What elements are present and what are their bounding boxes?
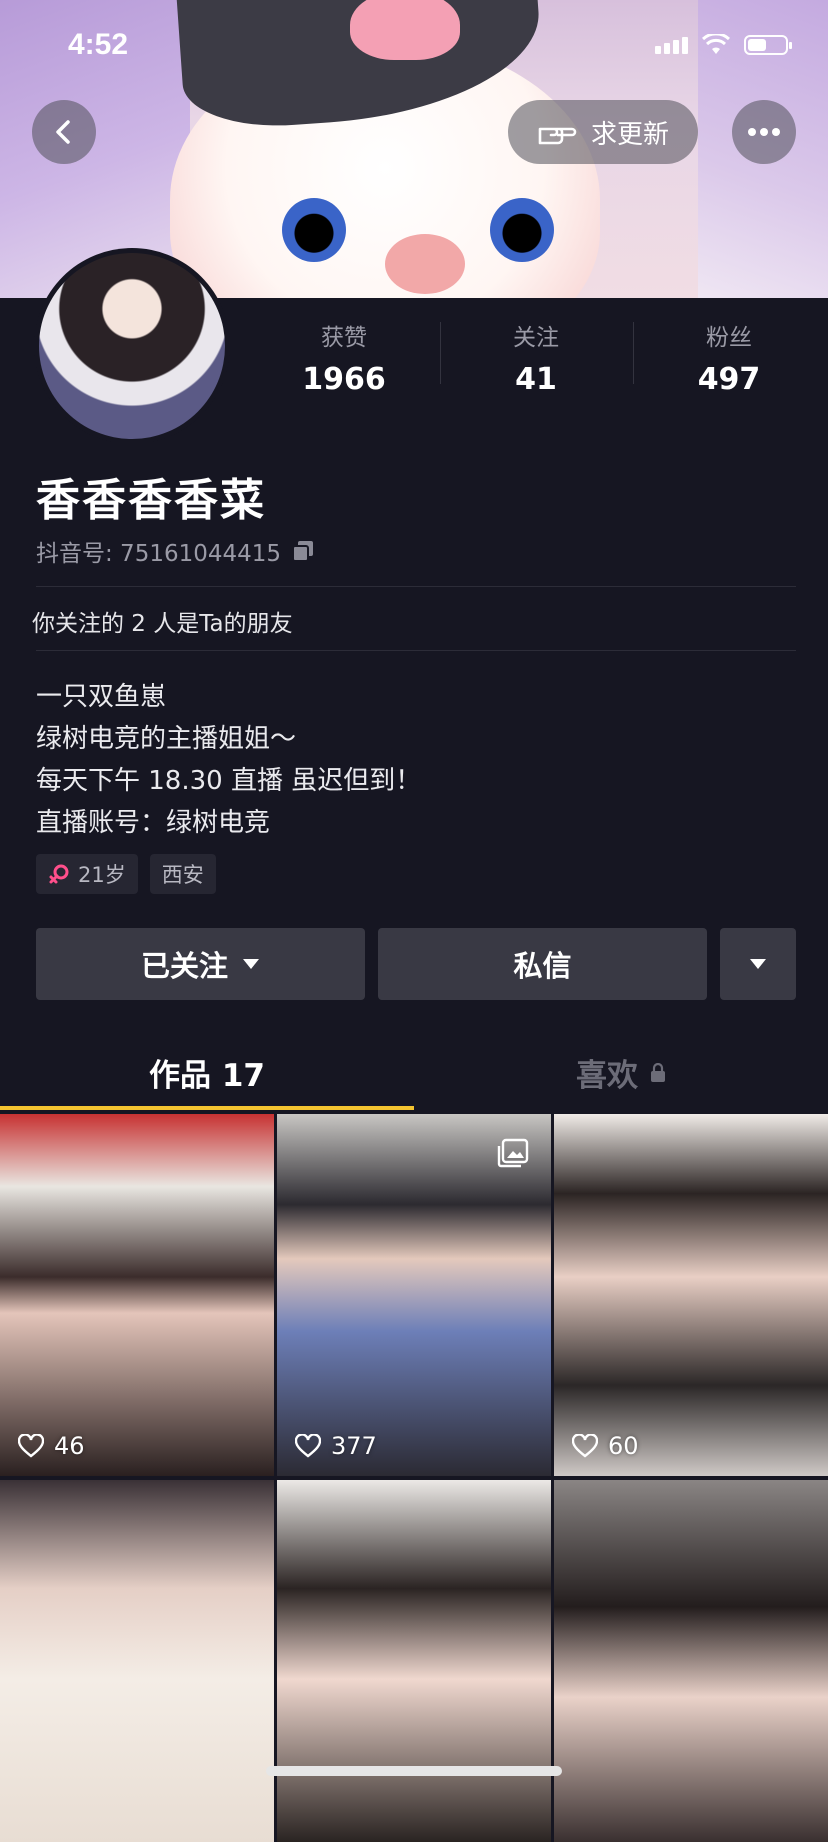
status-icons [655,34,792,56]
divider [36,586,796,587]
like-count-text: 60 [608,1432,639,1460]
more-actions-dropdown[interactable] [720,928,796,1000]
heart-icon [18,1434,44,1458]
wifi-icon [702,34,730,54]
stat-value: 497 [697,362,761,397]
video-tile[interactable]: 60 [554,1114,828,1476]
followed-button[interactable]: 已关注 [36,928,365,1000]
request-update-button[interactable]: 求更新 [508,100,698,164]
copy-icon[interactable] [291,539,315,563]
profile-name: 香香香香菜 [36,475,266,526]
caret-down-icon [750,959,766,969]
tab-indicator [0,1106,414,1110]
heart-icon [295,1434,321,1458]
bio: 一只双鱼崽 绿树电竞的主播姐姐～ 每天下午 18.30 直播 虽迟但到！ 直播账… [36,676,421,844]
bio-line: 每天下午 18.30 直播 虽迟但到！ [36,766,422,796]
profile-tags: 21岁 西安 [36,854,216,894]
stat-likes[interactable]: 获赞 1966 [248,318,440,397]
tab-likes[interactable]: 喜欢 [414,1050,828,1095]
lock-icon [651,1062,665,1082]
message-button[interactable]: 私信 [378,928,707,1000]
stat-followers[interactable]: 粉丝 497 [633,318,825,397]
like-count-text: 46 [54,1432,85,1460]
stat-value: 41 [515,362,557,397]
stat-label: 关注 [513,325,559,351]
stat-label: 获赞 [321,325,367,351]
video-tile[interactable]: 377 [277,1114,551,1476]
video-tile[interactable] [277,1480,551,1842]
back-button[interactable] [32,100,96,164]
age-label: 21岁 [78,863,126,887]
signal-icon [655,36,688,54]
video-tile[interactable] [0,1480,274,1842]
more-button[interactable] [732,100,796,164]
douyin-id: 抖音号: 75161044415 [36,534,315,568]
stat-label: 粉丝 [706,325,752,351]
pointing-hand-icon [538,127,577,145]
message-label: 私信 [513,949,572,983]
status-time: 4:52 [68,28,129,61]
douyin-id-text: 抖音号: 75161044415 [36,541,282,567]
like-count: 46 [18,1432,85,1460]
like-count: 377 [295,1432,377,1460]
tab-likes-label: 喜欢 [576,1058,638,1094]
bio-line: 一只双鱼崽 [36,682,167,712]
followed-label: 已关注 [140,949,228,983]
battery-icon [744,35,792,55]
caret-down-icon [243,959,259,969]
like-count: 60 [572,1432,639,1460]
location-label: 西安 [161,863,204,887]
ellipsis-icon [748,128,780,136]
bio-line: 绿树电竞的主播姐姐～ [36,724,297,754]
age-tag: 21岁 [36,854,138,894]
gallery-icon [497,1138,529,1168]
video-tile[interactable]: 46 [0,1114,274,1476]
request-update-label: 求更新 [590,119,669,150]
stat-value: 1966 [302,362,386,397]
bio-line: 直播账号：绿树电竞 [36,808,271,838]
female-icon [49,864,69,884]
location-tag: 西安 [149,854,216,894]
video-tile[interactable] [554,1480,828,1842]
avatar[interactable] [34,248,230,444]
mutual-friends-text[interactable]: 你关注的 2 人是Ta的朋友 [32,604,293,638]
chevron-left-icon [56,120,70,144]
divider [36,650,796,651]
tab-works[interactable]: 作品 17 [0,1050,414,1095]
home-indicator [266,1766,562,1776]
stat-following[interactable]: 关注 41 [440,318,632,397]
like-count-text: 377 [331,1432,377,1460]
heart-icon [572,1434,598,1458]
